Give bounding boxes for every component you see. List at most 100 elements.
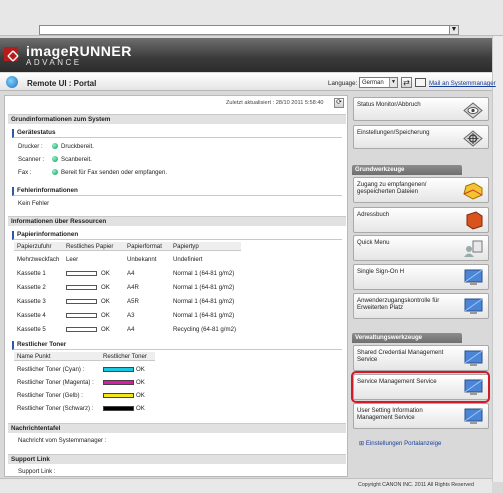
monitor-icon <box>462 297 484 316</box>
paper-type: Normal 1 (64-81 g/m2) <box>173 284 235 291</box>
chevron-down-icon[interactable]: ▼ <box>449 25 459 35</box>
nav-label: Quick Menu <box>357 239 390 246</box>
nav-label: Zugang zu empfangenen/ gespeicherten Dat… <box>357 181 427 195</box>
toner-name: Restlicher Toner (Gelb) : <box>17 392 83 399</box>
nav-button-basic-0[interactable]: Zugang zu empfangenen/ gespeicherten Dat… <box>353 177 489 203</box>
nav-button-basic-4[interactable]: Anwenderzugangskontrolle für Erweiterten… <box>353 293 489 319</box>
nav-label: Status Monitor/Abbruch <box>357 101 421 108</box>
paper-source: Kassette 4 <box>17 312 46 319</box>
refresh-button[interactable]: ⟳ <box>334 98 344 108</box>
status-label-fax: Fax : <box>18 169 32 176</box>
section-resources: Informationen über Ressourcen <box>8 216 346 226</box>
scrollbar[interactable] <box>492 36 503 482</box>
paper-level-bar <box>66 299 97 304</box>
toner-name: Restlicher Toner (Schwarz) : <box>17 405 94 412</box>
paper-source: Kassette 2 <box>17 284 46 291</box>
toner-col-name: Name Punkt <box>17 353 51 360</box>
nav-button-basic-3[interactable]: Single Sign-On H <box>353 264 489 290</box>
status-text-fax: Bereit für Fax senden oder empfangen. <box>61 169 168 176</box>
nav-button-admin-2[interactable]: User Setting Information Management Serv… <box>353 403 489 429</box>
nav-button-basic-1[interactable]: Adressbuch <box>353 207 489 233</box>
mail-icon[interactable] <box>415 78 426 87</box>
page: ▼ imageRUNNER ADVANCE Remote UI : Portal… <box>0 0 503 493</box>
status-text-printer: Druckbereit. <box>61 143 94 150</box>
paper-heading: Papierinformationen <box>12 231 342 240</box>
toner-name: Restlicher Toner (Cyan) : <box>17 366 85 373</box>
monitor-icon <box>462 407 484 426</box>
last-updated: Zuletzt aktualisiert : 28/10 2011 5:58:4… <box>226 100 324 106</box>
paper-format: A5R <box>127 298 139 305</box>
paper-source: Kassette 1 <box>17 270 46 277</box>
paper-source: Mehrzweckfach <box>17 256 60 263</box>
toner-status: OK <box>136 405 145 412</box>
paper-type: Normal 1 (64-81 g/m2) <box>173 312 235 319</box>
paper-format: Unbekannt <box>127 256 157 263</box>
paper-type: Normal 1 (64-81 g/m2) <box>173 270 235 277</box>
language-select[interactable]: German ▼ <box>359 77 398 88</box>
toner-status: OK <box>136 366 145 373</box>
nav-button-basic-2[interactable]: Quick Menu <box>353 235 489 261</box>
toner-col-remaining: Restlicher Toner <box>103 353 147 360</box>
paper-remaining: OK <box>101 326 110 333</box>
paper-remaining: OK <box>101 298 110 305</box>
paper-format: A4 <box>127 270 135 277</box>
toner-swatch <box>103 393 134 398</box>
paper-format: A3 <box>127 312 135 319</box>
brand-name: imageRUNNER <box>26 43 132 59</box>
status-ok-icon <box>52 156 58 162</box>
monitor-icon <box>462 349 484 368</box>
toner-heading: Restlicher Toner <box>12 341 342 350</box>
mail-admin-link[interactable]: Mail an Systemmanager <box>429 80 496 87</box>
highlight-ring <box>351 371 490 403</box>
nav-button-status-monitor[interactable]: Status Monitor/Abbruch <box>353 97 489 121</box>
error-heading: Fehlerinformationen <box>12 187 342 196</box>
paper-type: Recycling (64-81 g/m2) <box>173 326 236 333</box>
language-label: Language: <box>328 80 358 87</box>
paper-col-remaining: Restliches Papier <box>66 243 114 250</box>
quick-menu-icon <box>462 239 484 258</box>
nav-label: Anwenderzugangskontrolle für Erweiterten… <box>357 297 440 311</box>
folder-icon <box>462 181 484 200</box>
toner-swatch <box>103 380 134 385</box>
status-ok-icon <box>52 143 58 149</box>
paper-col-type: Papiertyp <box>173 243 199 250</box>
nav-button-admin-0[interactable]: Shared Credential Management Service <box>353 345 489 371</box>
copyright: Copyright CANON INC. 2011 All Rights Res… <box>358 482 474 488</box>
nav-button-settings[interactable]: Einstellungen/Speicherung <box>353 125 489 149</box>
paper-format: A4R <box>127 284 139 291</box>
section-messages: Nachrichtentafel <box>8 423 346 433</box>
paper-col-source: Papierzufuhr <box>17 243 52 250</box>
status-label-scanner: Scanner : <box>18 156 45 163</box>
language-value: German <box>362 80 384 86</box>
error-text: Kein Fehler <box>18 200 50 207</box>
language-apply-button[interactable]: ⇄ <box>401 77 412 88</box>
status-eye-icon <box>462 101 484 120</box>
paper-level-bar <box>66 313 97 318</box>
paper-format: A4 <box>127 326 135 333</box>
section-support: Support Link <box>8 454 346 464</box>
nav-label: User Setting Information Management Serv… <box>357 407 423 421</box>
toner-status: OK <box>136 392 145 399</box>
paper-level-bar <box>66 327 97 332</box>
paper-remaining: OK <box>101 284 110 291</box>
toner-swatch <box>103 406 134 411</box>
status-ok-icon <box>52 169 58 175</box>
nav-label: Single Sign-On H <box>357 268 405 275</box>
paper-type: Undefiniert <box>173 256 203 263</box>
toner-name: Restlicher Toner (Magenta) : <box>17 379 94 386</box>
portal-settings-link[interactable]: ⊞ Einstellungen Portalanzeige <box>359 440 441 447</box>
portal-settings-label: Einstellungen Portalanzeige <box>365 440 442 447</box>
support-text: Support Link : <box>18 468 56 475</box>
nav-label: Einstellungen/Speicherung <box>357 129 430 136</box>
section-basic-info: Grundinformationen zum System <box>8 114 346 124</box>
address-field[interactable] <box>39 25 459 35</box>
settings-gear-icon <box>462 129 484 148</box>
bullet-icon: ⊞ <box>359 440 366 447</box>
chevron-down-icon: ▼ <box>389 78 397 87</box>
paper-level-bar <box>66 285 97 290</box>
page-title: Remote UI : Portal <box>27 79 97 88</box>
paper-source: Kassette 3 <box>17 298 46 305</box>
device-status-heading: Gerätestatus <box>12 129 342 138</box>
paper-source: Kassette 5 <box>17 326 46 333</box>
paper-type: Normal 1 (64-81 g/m2) <box>173 298 235 305</box>
